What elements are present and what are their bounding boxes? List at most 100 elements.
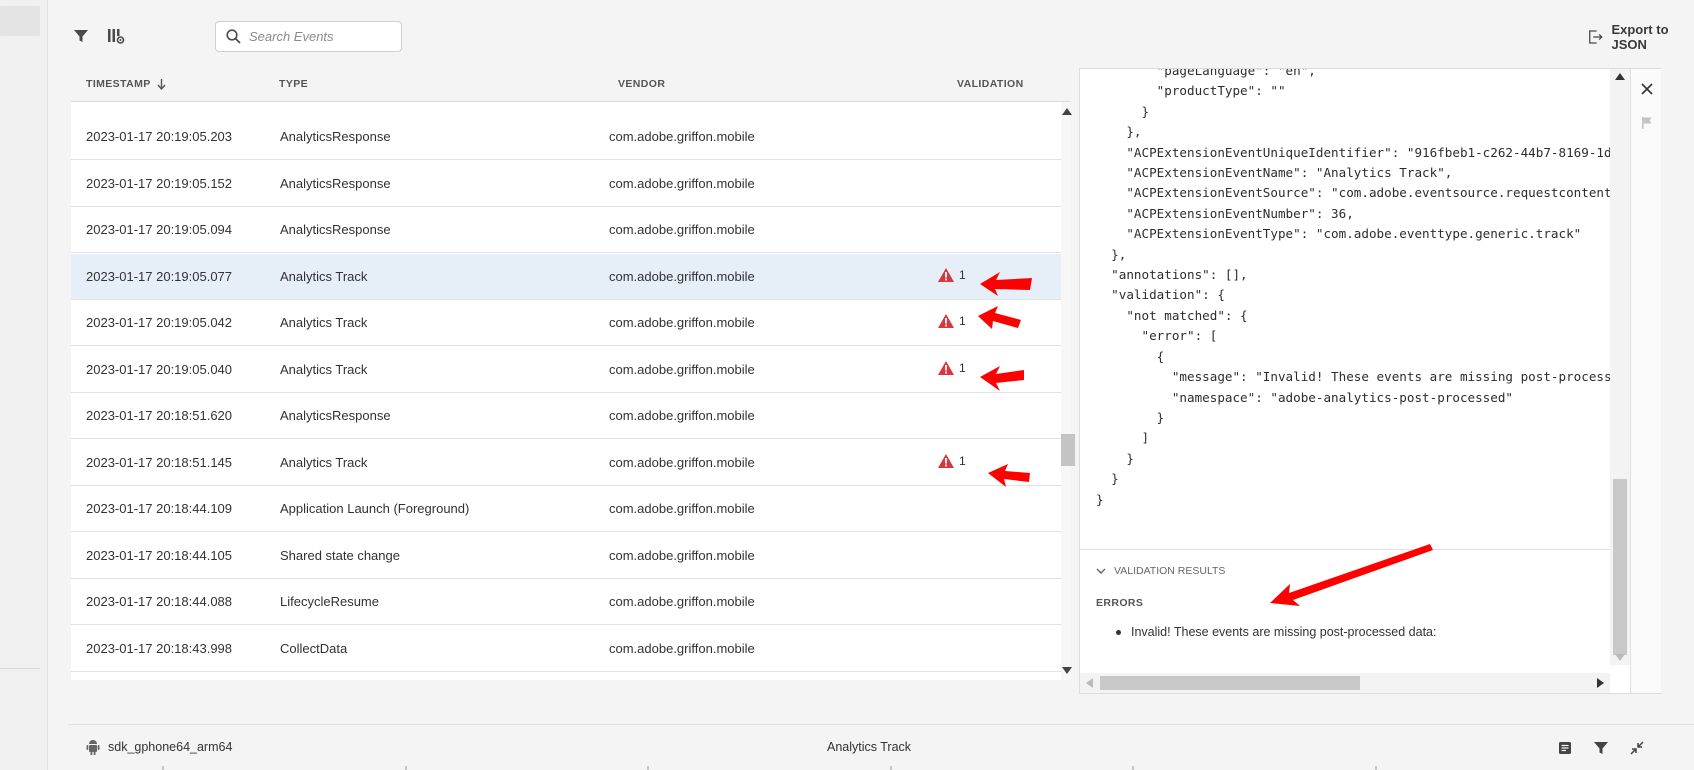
vendor-cell: com.adobe.griffon.mobile	[609, 454, 755, 470]
status-bar: sdk_gphone64_arm64 Analytics Track	[68, 724, 1694, 770]
json-line: }	[1096, 491, 1104, 507]
search-icon	[226, 29, 241, 44]
vendor-cell: com.adobe.griffon.mobile	[609, 640, 755, 656]
table-row[interactable]: 2023-01-17 20:18:44.105 Shared state chan…	[71, 532, 1061, 579]
validation-count: 1	[959, 360, 966, 375]
vendor-cell: com.adobe.griffon.mobile	[609, 594, 755, 609]
detail-vertical-scrollbar[interactable]	[1610, 69, 1630, 665]
type-cell: AnalyticsResponse	[280, 408, 391, 423]
detail-hscroll-thumb[interactable]	[1100, 676, 1360, 690]
type-cell: AnalyticsResponse	[280, 222, 391, 237]
vendor-cell: com.adobe.griffon.mobile	[609, 175, 755, 191]
vendor-cell: com.adobe.griffon.mobile	[609, 315, 755, 330]
scroll-left-icon[interactable]	[1086, 678, 1093, 688]
table-row[interactable]: 2023-01-17 20:18:43.998 CollectData com.ad…	[71, 625, 1061, 672]
validation-cell[interactable]: 1	[937, 360, 966, 376]
table-row[interactable]: 2023-01-17 20:18:44.088 LifecycleResume co…	[71, 579, 1061, 625]
json-viewer[interactable]: "pageLanguage": "en", "productType": "" …	[1080, 69, 1610, 549]
validation-cell[interactable]: 1	[937, 313, 966, 329]
table-row[interactable]: 2023-01-17 20:19:05.077 Analytics Track co…	[71, 253, 1061, 300]
table-row[interactable]: 2023-01-17 20:19:05.203 AnalyticsResponse…	[71, 114, 1061, 160]
type-cell: Analytics Track	[280, 361, 368, 377]
json-line: "pageLanguage": "en",	[1096, 69, 1316, 78]
validation-count: 1	[959, 314, 966, 328]
json-line: "namespace": "adobe-analytics-post-proce…	[1096, 389, 1514, 405]
vendor-cell: com.adobe.griffon.mobile	[609, 361, 755, 377]
scroll-down-icon[interactable]	[1062, 667, 1072, 674]
detail-horizontal-scrollbar[interactable]	[1080, 673, 1610, 693]
json-text: "pageLanguage": "en", "productType": "" …	[1096, 69, 1610, 510]
json-line: ]	[1096, 430, 1150, 446]
table-scrollbar[interactable]	[1061, 102, 1075, 680]
type-cell: Shared state change	[280, 547, 400, 563]
left-rail	[0, 0, 48, 770]
json-line: }	[1096, 103, 1150, 119]
json-line: "error": [	[1096, 328, 1218, 344]
validation-results-toggle[interactable]: VALIDATION RESULTS	[1096, 565, 1225, 577]
gutter	[48, 0, 68, 770]
type-cell: LifecycleResume	[280, 594, 379, 609]
timestamp-cell: 2023-01-17 20:19:05.152	[86, 175, 233, 191]
export-json-button[interactable]: Export to JSON	[1588, 22, 1694, 52]
json-line: "ACPExtensionEventName": "Analytics Trac…	[1096, 165, 1453, 181]
type-cell: Analytics Track	[280, 454, 368, 470]
timestamp-cell: 2023-01-17 20:18:44.109	[86, 501, 233, 516]
timestamp-cell: 2023-01-17 20:18:43.998	[86, 640, 233, 656]
column-header-timestamp[interactable]: TIMESTAMP	[86, 78, 166, 90]
scroll-up-icon[interactable]	[1615, 73, 1625, 80]
timestamp-cell: 2023-01-17 20:19:05.094	[86, 222, 233, 237]
validation-cell[interactable]: 1	[937, 267, 966, 283]
detail-scroll-thumb[interactable]	[1613, 479, 1627, 655]
scroll-right-icon[interactable]	[1597, 678, 1604, 688]
timestamp-cell: 2023-01-17 20:19:05.042	[86, 315, 233, 330]
flag-icon[interactable]	[1637, 113, 1657, 133]
json-line: },	[1096, 246, 1127, 262]
type-cell: AnalyticsResponse	[280, 129, 391, 144]
scroll-down-icon[interactable]	[1615, 654, 1625, 661]
type-cell: AnalyticsResponse	[280, 175, 391, 191]
table-row[interactable]: 2023-01-17 20:19:05.094 AnalyticsResponse…	[71, 207, 1061, 253]
collapse-icon[interactable]	[1628, 739, 1646, 757]
warning-icon	[938, 267, 954, 282]
filter-icon[interactable]	[71, 26, 91, 46]
device-indicator[interactable]: sdk_gphone64_arm64	[86, 739, 232, 755]
table-row[interactable]: 2023-01-17 20:18:51.620 AnalyticsResponse…	[71, 393, 1061, 439]
validation-cell[interactable]: 1	[937, 453, 966, 469]
json-line: {	[1096, 348, 1165, 364]
column-header-vendor[interactable]: VENDOR	[618, 78, 665, 90]
left-rail-item[interactable]	[0, 6, 40, 36]
event-detail-panel: "pageLanguage": "en", "productType": "" …	[1079, 68, 1661, 694]
table-row[interactable]: 2023-01-17 20:19:05.040 Analytics Track co…	[71, 346, 1061, 393]
toolbar: Export to JSON	[68, 0, 1694, 68]
column-header-validation[interactable]: VALIDATION	[957, 78, 1024, 90]
error-list-item: Invalid! These events are missing post-p…	[1116, 625, 1437, 639]
json-line: }	[1096, 450, 1134, 466]
json-line: "message": "Invalid! These events are mi…	[1096, 369, 1610, 385]
export-icon	[1589, 30, 1603, 44]
timestamp-cell: 2023-01-17 20:18:44.088	[86, 594, 233, 609]
notes-icon[interactable]	[1556, 739, 1574, 757]
json-line: "ACPExtensionEventType": "com.adobe.even…	[1096, 226, 1582, 242]
filter-icon[interactable]	[1592, 739, 1610, 757]
table-scroll-thumb[interactable]	[1061, 434, 1075, 466]
android-icon	[86, 740, 100, 755]
search-field[interactable]	[215, 21, 402, 52]
vendor-cell: com.adobe.griffon.mobile	[609, 129, 755, 144]
validation-results-label: VALIDATION RESULTS	[1114, 565, 1226, 577]
type-cell: Analytics Track	[280, 268, 368, 284]
table-row[interactable]: 2023-01-17 20:18:51.145 Analytics Track co…	[71, 439, 1061, 486]
json-line: },	[1096, 124, 1142, 140]
table-row[interactable]: 2023-01-17 20:19:05.042 Analytics Track co…	[71, 300, 1061, 346]
error-message: Invalid! These events are missing post-p…	[1131, 625, 1437, 639]
sort-descending-icon	[157, 78, 166, 90]
column-settings-icon[interactable]	[106, 26, 126, 46]
column-header-type[interactable]: TYPE	[279, 78, 308, 90]
close-icon[interactable]	[1637, 79, 1657, 99]
timestamp-cell: 2023-01-17 20:18:51.620	[86, 408, 233, 423]
search-input[interactable]	[249, 29, 389, 44]
scroll-up-icon[interactable]	[1062, 108, 1072, 115]
table-row[interactable]: 2023-01-17 20:18:44.109 Application Launc…	[71, 486, 1061, 532]
type-cell: CollectData	[280, 640, 348, 656]
warning-icon	[938, 360, 954, 375]
table-row[interactable]: 2023-01-17 20:19:05.152 AnalyticsResponse…	[71, 160, 1061, 207]
